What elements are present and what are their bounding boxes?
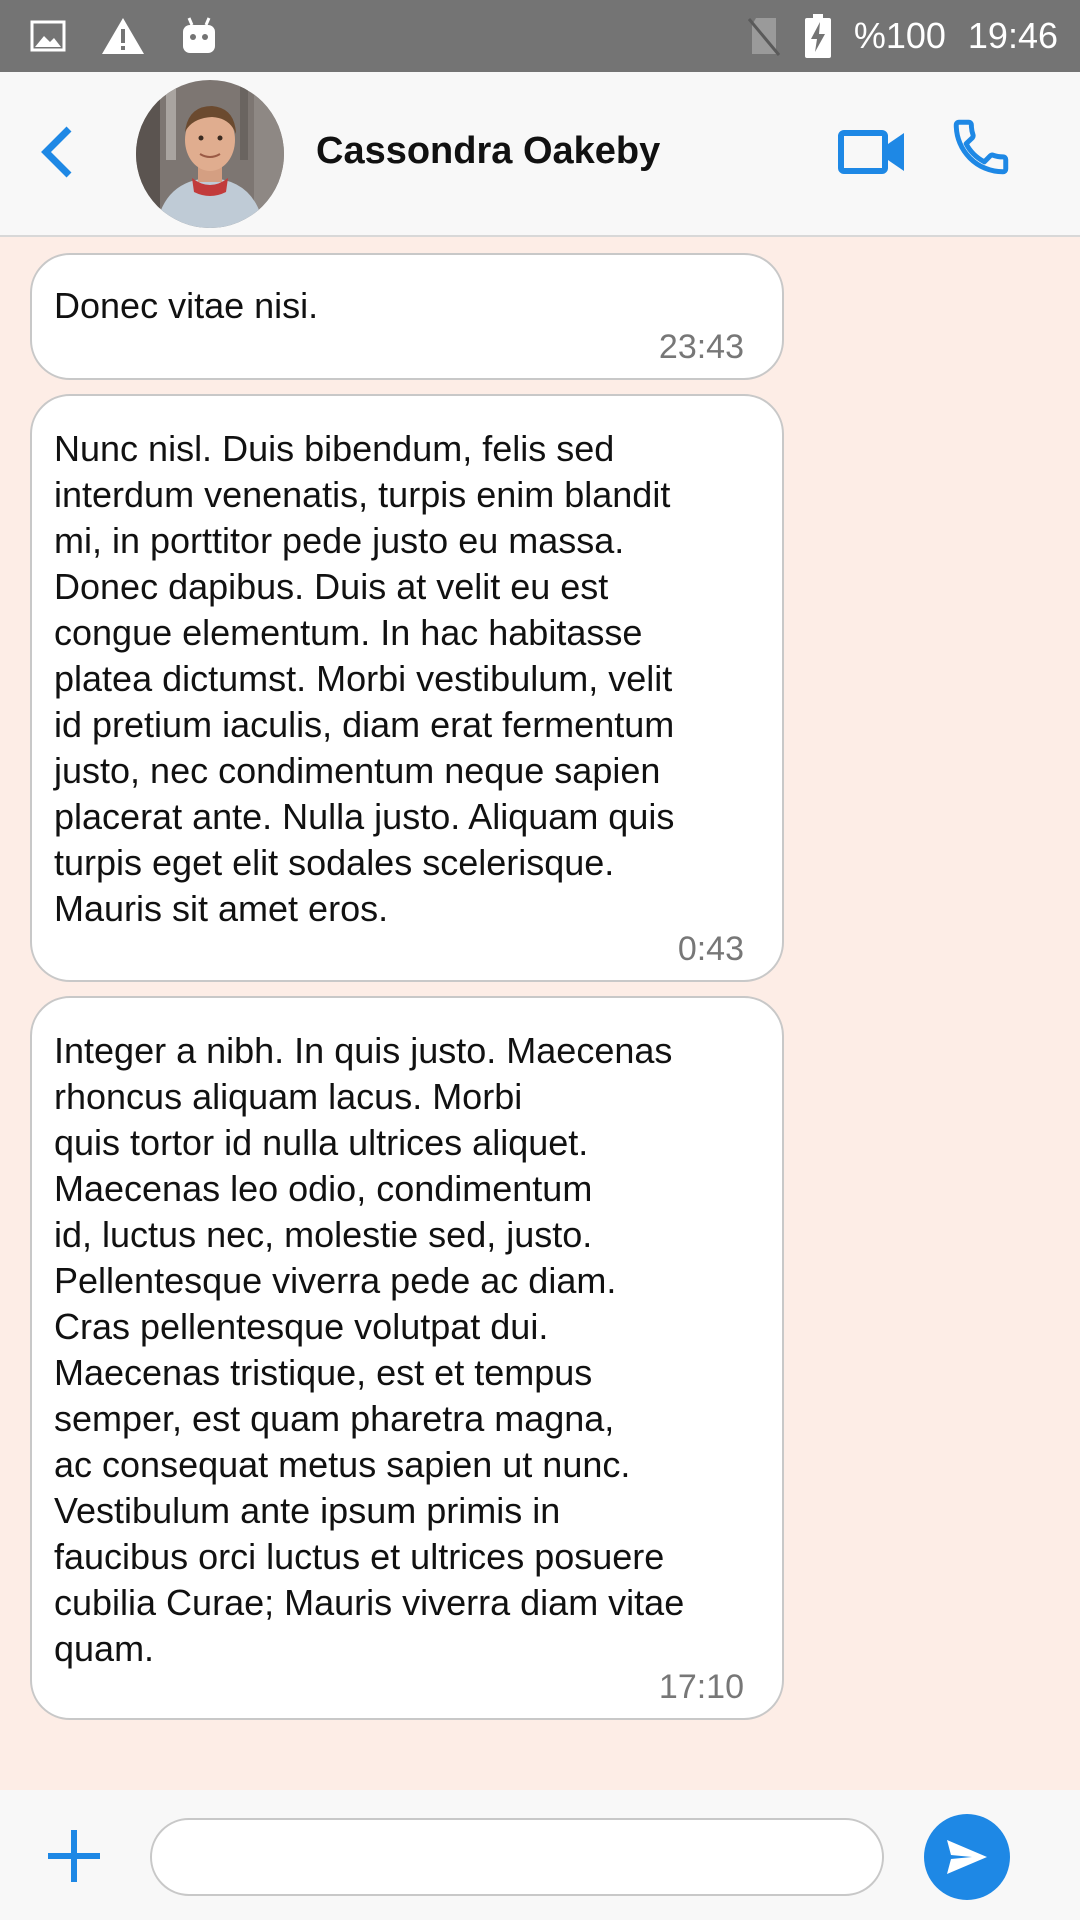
image-icon: [30, 20, 66, 52]
message-composer: [0, 1790, 1080, 1920]
battery-percent: %100: [853, 15, 946, 56]
status-indicators: %100 19:46: [746, 10, 1058, 62]
voice-call-button[interactable]: [948, 114, 1014, 180]
add-attachment-button[interactable]: [44, 1826, 104, 1886]
message-text: Integer a nibh. In quis justo. Maecenas …: [54, 1030, 685, 1669]
status-time: 19:46: [967, 15, 1058, 56]
message-bubble[interactable]: Integer a nibh. In quis justo. Maecenas …: [30, 996, 784, 1720]
send-button[interactable]: [924, 1814, 1010, 1900]
back-button[interactable]: [22, 112, 92, 192]
avatar-photo: [136, 80, 284, 228]
message-time: 17:10: [658, 1668, 744, 1706]
message-bubble[interactable]: Donec vitae nisi. 23:43: [30, 253, 784, 380]
warning-icon: [100, 16, 146, 56]
chat-header: Cassondra Oakeby: [0, 72, 1080, 237]
android-icon: [180, 16, 218, 56]
video-call-icon: [838, 130, 904, 174]
status-bar: %100 19:46: [0, 0, 1080, 72]
message-bubble[interactable]: Nunc nisl. Duis bibendum, felis sed inte…: [30, 394, 784, 982]
message-text: Nunc nisl. Duis bibendum, felis sed inte…: [54, 428, 675, 929]
message-list[interactable]: Donec vitae nisi. 23:43 Nunc nisl. Duis …: [0, 237, 1080, 1790]
message-time: 23:43: [658, 328, 744, 366]
contact-name: Cassondra Oakeby: [316, 130, 661, 172]
status-notifications: [30, 10, 218, 62]
battery-charging-icon: [804, 14, 832, 58]
send-icon: [947, 1840, 987, 1874]
no-sim-icon: [746, 15, 782, 57]
message-time: 0:43: [677, 930, 744, 968]
phone-icon: [953, 119, 1009, 175]
back-chevron-icon: [41, 126, 72, 178]
message-text: Donec vitae nisi.: [54, 285, 319, 326]
video-call-button[interactable]: [838, 124, 908, 180]
avatar[interactable]: [136, 80, 284, 228]
message-input[interactable]: [150, 1818, 884, 1896]
plus-icon: [48, 1830, 100, 1882]
